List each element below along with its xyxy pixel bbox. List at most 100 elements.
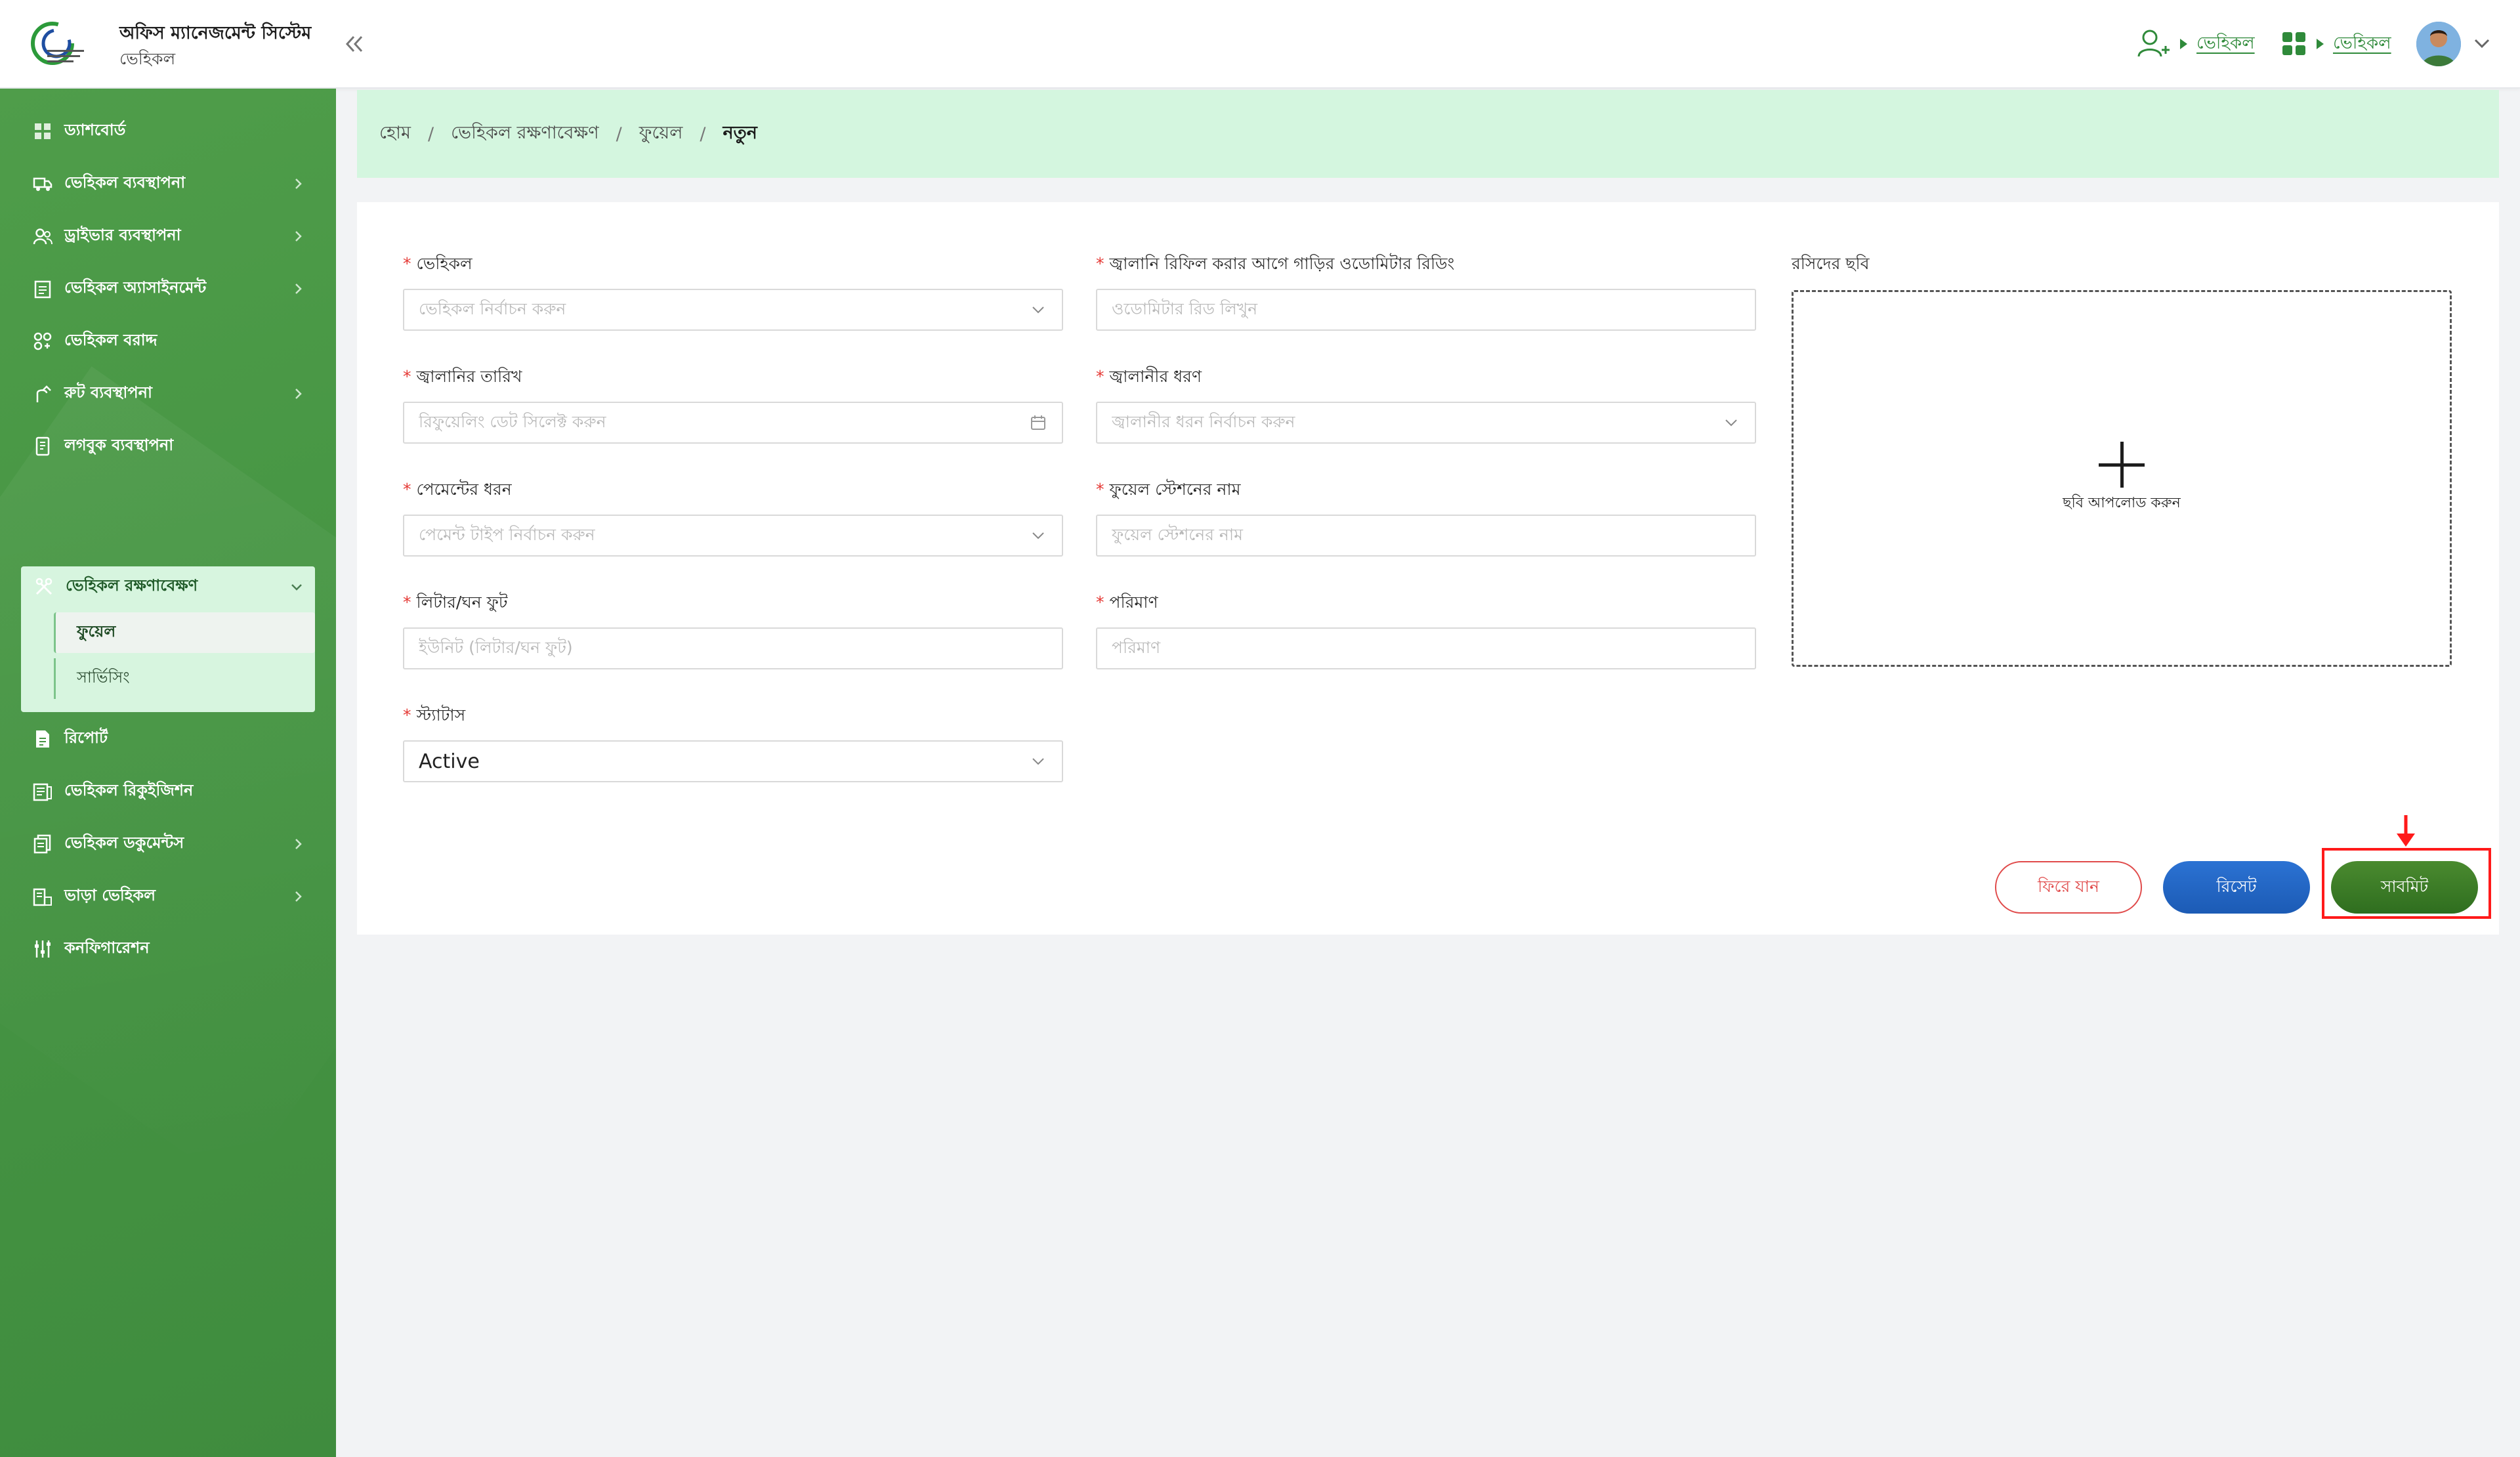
sidebar-item-vehicle-allocation[interactable]: ভেহিকল বরাদ্দ	[20, 321, 316, 362]
back-button[interactable]: ফিরে যান	[1995, 861, 2142, 914]
chevron-right-icon	[295, 839, 302, 849]
truck-icon	[32, 173, 54, 195]
odometer-label: * জ্বালানি রিফিল করার আগে গাড়ির ওডোমিটার…	[1096, 254, 1455, 273]
caret-right-icon	[2317, 39, 2324, 49]
reset-button[interactable]: রিসেট	[2163, 861, 2310, 914]
chevron-down-icon	[291, 584, 302, 591]
sidebar-item-dashboard[interactable]: ড্যাশবোর্ড	[20, 111, 316, 152]
receipt-image-label: রসিদের ছবি	[1792, 254, 1870, 273]
header-link-label[interactable]: ভেহিকল	[2196, 30, 2255, 58]
sidebar-subitem-label: ফুয়েল	[77, 622, 116, 641]
amount-label: * পরিমাণ	[1096, 593, 1158, 612]
dashboard-icon	[32, 120, 54, 142]
breadcrumb-separator: /	[700, 123, 706, 144]
organization-logo[interactable]	[30, 18, 88, 70]
sidebar-item-label: রিপোর্ট	[64, 728, 108, 747]
route-icon	[32, 383, 54, 405]
odometer-input[interactable]: ওডোমিটার রিড লিখুন	[1096, 289, 1756, 331]
chevron-right-icon	[295, 284, 302, 294]
sidebar-item-vehicle-assignment[interactable]: ভেহিকল অ্যাসাইনমেন্ট	[20, 268, 316, 309]
sidebar-item-driver-management[interactable]: ড্রাইভার ব্যবস্থাপনা	[20, 216, 316, 257]
fuel-type-select[interactable]: জ্বালানীর ধরন নির্বাচন করুন	[1096, 402, 1756, 444]
sidebar-item-vehicle-documents[interactable]: ভেহিকল ডকুমেন্টস	[20, 824, 316, 864]
sidebar-subitem-fuel[interactable]: ফুয়েল	[54, 612, 315, 653]
unit-label: * লিটার/ঘন ফুট	[403, 593, 508, 612]
sidebar-item-vehicle-requisition[interactable]: ভেহিকল রিকুইজিশন	[20, 771, 316, 812]
grid-apps-icon	[2282, 32, 2305, 55]
rental-icon	[32, 885, 54, 908]
header-link-label[interactable]: ভেহিকল	[2333, 30, 2391, 58]
sidebar: ড্যাশবোর্ড ভেহিকল ব্যবস্থাপনা ড্রাইভার ব…	[0, 89, 336, 1457]
caret-right-icon	[2180, 39, 2187, 49]
vehicle-select[interactable]: ভেহিকল নির্বাচন করুন	[403, 289, 1063, 331]
sidebar-item-rental-vehicle[interactable]: ভাড়া ভেহিকল	[20, 876, 316, 917]
sidebar-item-label: রুট ব্যবস্থাপনা	[64, 383, 152, 402]
payment-type-placeholder: পেমেন্ট টাইপ নির্বাচন করুন	[419, 524, 595, 544]
unit-placeholder: ইউনিট (লিটার/ঘন ফুট)	[419, 637, 573, 657]
sidebar-item-label: লগবুক ব্যবস্থাপনা	[64, 436, 174, 454]
fuel-type-placeholder: জ্বালানীর ধরন নির্বাচন করুন	[1112, 412, 1295, 431]
chevron-down-icon	[1722, 413, 1740, 432]
chevron-right-icon	[295, 891, 302, 902]
upload-text: ছবি আপলোড করুন	[2063, 494, 2181, 511]
sidebar-item-vehicle-management[interactable]: ভেহিকল ব্যবস্থাপনা	[20, 163, 316, 204]
status-select[interactable]: Active	[403, 740, 1063, 782]
app-subtitle: ভেহিকল	[119, 49, 176, 68]
station-name-label: * ফুয়েল স্টেশনের নাম	[1096, 480, 1241, 499]
fuel-date-label: * জ্বালানির তারিখ	[403, 367, 522, 386]
fuel-form-card: * ভেহিকল ভেহিকল নির্বাচন করুন * জ্বালানি র…	[357, 202, 2499, 935]
sidebar-item-label: ভেহিকল ডকুমেন্টস	[64, 834, 184, 852]
sliders-icon	[32, 938, 54, 960]
plus-icon	[2099, 441, 2145, 488]
documents-icon	[32, 833, 54, 855]
receipt-image-upload[interactable]: ছবি আপলোড করুন	[1792, 290, 2452, 667]
sidebar-item-report[interactable]: রিপোর্ট	[20, 719, 316, 759]
user-avatar[interactable]	[2416, 22, 2461, 66]
submit-highlight-box	[2322, 848, 2491, 919]
unit-input[interactable]: ইউনিট (লিটার/ঘন ফুট)	[403, 627, 1063, 669]
collapse-sidebar-button[interactable]	[341, 29, 368, 59]
sidebar-subitem-servicing[interactable]: সার্ভিসিং	[54, 658, 315, 699]
breadcrumb-new: নতুন	[723, 122, 757, 143]
top-header: অফিস ম্যানেজমেন্ট সিস্টেম ভেহিকল ভেহিকল …	[0, 0, 2520, 89]
sidebar-item-label: ভেহিকল রিকুইজিশন	[64, 781, 194, 799]
chevron-down-icon[interactable]	[2473, 37, 2491, 50]
breadcrumb-vehicle-maintenance[interactable]: ভেহিকল রক্ষণাবেক্ষণ	[451, 119, 599, 149]
breadcrumb: হোম / ভেহিকল রক্ষণাবেক্ষণ / ফুয়েল / নতু…	[357, 90, 2499, 178]
sidebar-item-label: ড্যাশবোর্ড	[64, 121, 126, 139]
payment-type-label: * পেমেন্টের ধরন	[403, 480, 512, 499]
station-name-input[interactable]: ফুয়েল স্টেশনের নাম	[1096, 515, 1756, 557]
sidebar-item-label: ভেহিকল অ্যাসাইনমেন্ট	[64, 278, 207, 297]
breadcrumb-fuel[interactable]: ফুয়েল	[639, 119, 683, 149]
amount-placeholder: পরিমাণ	[1112, 637, 1161, 657]
user-switch-icon	[2137, 30, 2170, 57]
header-link-apps-vehicle[interactable]: ভেহিকল	[2281, 28, 2391, 60]
sidebar-item-route-management[interactable]: রুট ব্যবস্থাপনা	[20, 373, 316, 414]
app-title: অফিস ম্যানেজমেন্ট সিস্টেম	[119, 23, 312, 43]
sidebar-item-label: ড্রাইভার ব্যবস্থাপনা	[64, 226, 181, 244]
chevron-down-icon	[1029, 752, 1047, 771]
payment-type-select[interactable]: পেমেন্ট টাইপ নির্বাচন করুন	[403, 515, 1063, 557]
breadcrumb-home[interactable]: হোম	[379, 119, 411, 149]
calendar-icon	[1029, 413, 1047, 432]
breadcrumb-separator: /	[616, 123, 622, 144]
chevron-right-icon	[295, 231, 302, 242]
status-label: * স্ট্যাটাস	[403, 706, 466, 725]
clipboard-icon	[32, 278, 54, 300]
chevron-down-icon	[1029, 301, 1047, 319]
sidebar-item-vehicle-maintenance[interactable]: ভেহিকল রক্ষণাবেক্ষণ	[21, 566, 315, 607]
sidebar-item-label: কনফিগারেশন	[64, 939, 150, 957]
allocation-icon	[32, 330, 54, 352]
sidebar-item-configuration[interactable]: কনফিগারেশন	[20, 929, 316, 969]
users-icon	[32, 225, 54, 247]
amount-input[interactable]: পরিমাণ	[1096, 627, 1756, 669]
sidebar-item-logbook-management[interactable]: লগবুক ব্যবস্থাপনা	[20, 426, 316, 467]
station-name-placeholder: ফুয়েল স্টেশনের নাম	[1112, 524, 1243, 544]
sidebar-item-label: ভেহিকল বরাদ্দ	[64, 331, 158, 349]
vehicle-select-placeholder: ভেহিকল নির্বাচন করুন	[419, 299, 566, 318]
header-link-user-vehicle[interactable]: ভেহিকল	[2137, 28, 2255, 60]
fuel-type-label: * জ্বালানীর ধরণ	[1096, 367, 1202, 386]
fuel-date-picker[interactable]: রিফুয়েলিং ডেট সিলেক্ট করুন	[403, 402, 1063, 444]
fuel-date-placeholder: রিফুয়েলিং ডেট সিলেক্ট করুন	[419, 412, 606, 431]
tools-icon	[33, 576, 55, 598]
